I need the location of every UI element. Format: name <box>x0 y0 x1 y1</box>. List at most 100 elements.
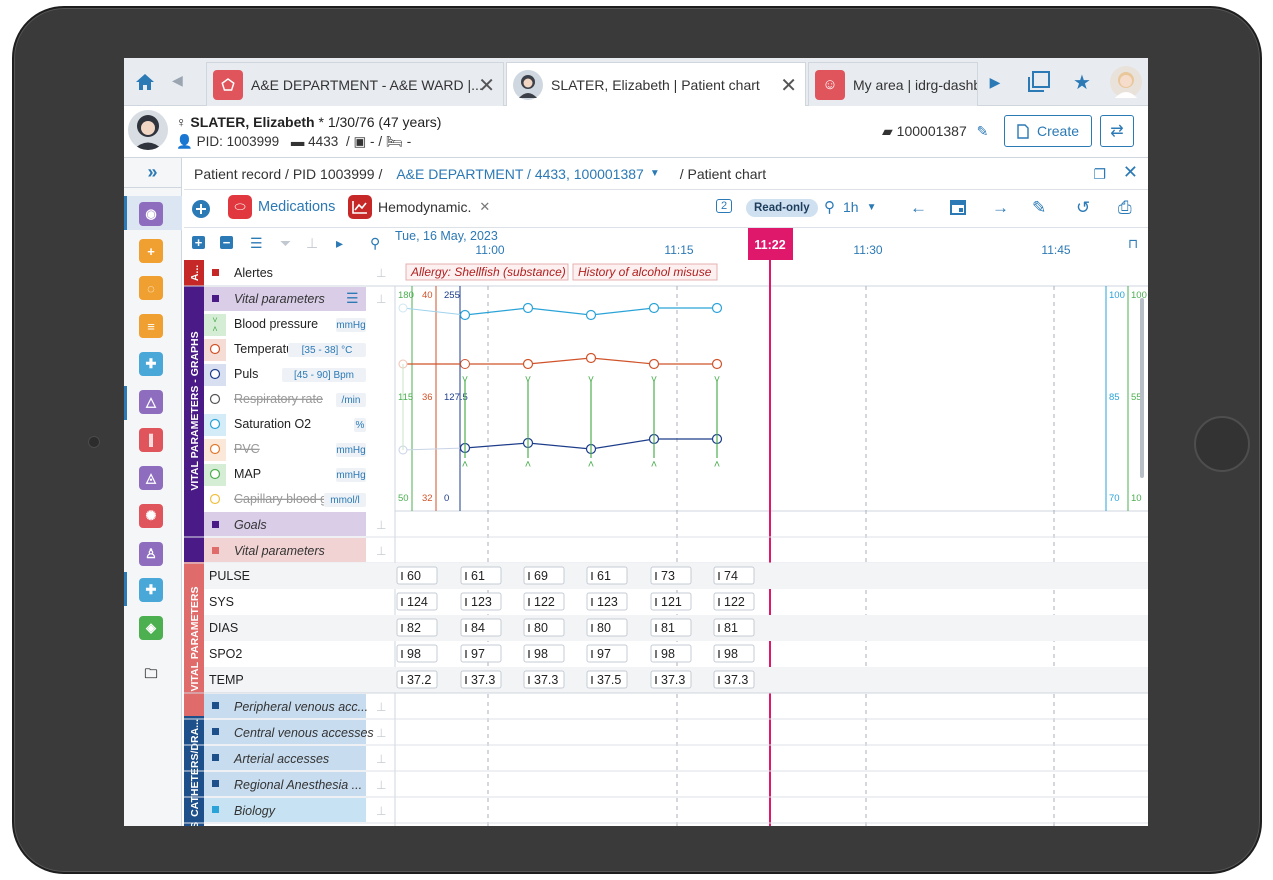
graph-row-label[interactable]: Saturation O2 <box>234 417 311 431</box>
unit-label: mmHg <box>336 470 365 481</box>
close-icon[interactable]: ✕ <box>478 73 495 98</box>
prescription-nav-icon[interactable]: ✚ <box>139 352 163 376</box>
alarm-nav-icon[interactable]: ◬ <box>139 466 163 490</box>
virus-nav-icon[interactable]: ✺ <box>139 504 163 528</box>
graph-row-label[interactable]: MAP <box>234 467 261 481</box>
search-icon[interactable]: ⚲ <box>370 235 380 251</box>
bandage-nav-icon[interactable]: ◈ <box>139 616 163 640</box>
favorites-star-icon[interactable]: ★ <box>1066 58 1098 106</box>
stomach-nav-icon[interactable]: ◌ <box>139 276 163 300</box>
tab-scroll-right-icon[interactable]: ▶ <box>980 58 1010 106</box>
catheter-row-label[interactable]: Arterial accesses <box>233 752 329 766</box>
test-tubes-nav-icon[interactable]: ∥ <box>139 428 163 452</box>
breadcrumb-link[interactable]: A&E DEPARTMENT / 4433, 100001387 <box>396 166 643 182</box>
saturation-point[interactable] <box>522 302 534 314</box>
value-chip-marker <box>528 598 530 606</box>
catheter-row-label[interactable]: Central venous accesses <box>234 726 374 740</box>
bp-systolic-marker[interactable]: ˅ <box>462 374 468 386</box>
pin-icon[interactable]: ⊥ <box>376 544 386 558</box>
person-alert-nav-icon[interactable]: ♙ <box>139 542 163 566</box>
notifications-badge[interactable]: 2 <box>716 199 733 213</box>
zoom-selector[interactable]: ⚲ 1h ▼ <box>824 198 876 216</box>
pin-icon[interactable]: ⊥ <box>376 804 386 818</box>
list-icon[interactable]: ☰ <box>346 290 359 306</box>
saturation-point[interactable] <box>459 309 471 321</box>
close-icon[interactable]: ✕ <box>780 73 797 98</box>
bp-diastolic-marker[interactable]: ˄ <box>588 459 594 471</box>
bp-diastolic-marker[interactable]: ˄ <box>714 459 720 471</box>
bp-diastolic-marker[interactable]: ˄ <box>651 459 657 471</box>
edit-pencil-icon[interactable]: ✎ <box>977 123 989 139</box>
pin-icon[interactable]: ⊥ <box>376 518 386 532</box>
temperature-point[interactable] <box>585 352 597 364</box>
value-chip-text: 81 <box>661 621 675 635</box>
home-icon <box>136 74 154 90</box>
saturation-point[interactable] <box>711 302 723 314</box>
calendar-icon[interactable] <box>950 199 966 215</box>
unlock-icon[interactable]: ⊓ <box>1128 236 1138 251</box>
tab-scroll-left-icon[interactable]: ◀ <box>172 72 183 89</box>
bp-diastolic-marker[interactable]: ˄ <box>462 459 468 471</box>
value-chip-text: 81 <box>724 621 738 635</box>
graph-row-label[interactable]: Blood pressure <box>234 317 318 331</box>
graph-row-label[interactable]: PVC <box>234 442 260 456</box>
bp-diastolic-marker[interactable]: ˄ <box>525 459 531 471</box>
folder-add-nav-icon[interactable]: + <box>139 239 163 263</box>
clipboard-nav-icon[interactable]: ≡ <box>139 314 163 338</box>
close-icon[interactable]: ✕ <box>1123 162 1138 183</box>
user-avatar[interactable] <box>1108 58 1144 106</box>
bp-systolic-marker[interactable]: ˅ <box>714 374 720 386</box>
pin-icon[interactable]: ⊥ <box>376 726 386 740</box>
vertical-scrollbar[interactable] <box>1140 298 1144 478</box>
hemodynamic-tab[interactable]: Hemodynamic. ✕ <box>348 195 490 219</box>
add-circle-button[interactable] <box>192 200 210 218</box>
temperature-point[interactable] <box>460 359 470 369</box>
pin-icon[interactable]: ⊥ <box>306 235 318 251</box>
medications-tab[interactable]: ⬭ Medications <box>228 195 335 219</box>
graph-row-label[interactable]: Respiratory rate <box>234 392 323 406</box>
temperature-point[interactable] <box>711 358 723 370</box>
print-icon[interactable]: ⎙ <box>1118 198 1132 218</box>
pin-icon[interactable]: ⊥ <box>376 752 386 766</box>
tab-my-area[interactable]: ☺ My area | idrg-dashb <box>808 62 978 106</box>
vital-parameters-row-label[interactable]: Vital parameters <box>234 544 325 558</box>
bp-systolic-marker[interactable]: ˅ <box>651 374 657 386</box>
medical-folder-nav-icon[interactable]: ✚ <box>139 578 163 602</box>
catheter-row-label[interactable]: Regional Anesthesia ... <box>234 778 362 792</box>
graph-row-label[interactable]: Puls <box>234 367 258 381</box>
home-button[interactable] <box>124 58 166 106</box>
home-hardware-button[interactable] <box>1194 416 1250 472</box>
swap-button[interactable]: ⇄ <box>1100 115 1134 147</box>
arrow-right-icon[interactable]: → <box>992 198 1009 218</box>
windows-button[interactable] <box>1022 58 1056 106</box>
catheter-row-label[interactable]: Peripheral venous acc... <box>234 700 368 714</box>
create-button[interactable]: Create <box>1004 115 1092 147</box>
history-icon[interactable]: ↺ <box>1076 198 1090 218</box>
pin-icon[interactable]: ⊥ <box>376 778 386 792</box>
saturation-point[interactable] <box>648 302 660 314</box>
close-icon[interactable]: ✕ <box>479 199 490 215</box>
temperature-point[interactable] <box>522 358 534 370</box>
tab-patient-chart[interactable]: SLATER, Elizabeth | Patient chart ✕ <box>506 62 806 106</box>
expand-nav-icon[interactable]: » <box>124 158 181 188</box>
saturation-point[interactable] <box>585 309 597 321</box>
chevron-down-icon[interactable]: ▼ <box>650 168 660 179</box>
arrow-left-icon[interactable]: ← <box>910 198 927 218</box>
results-row-label[interactable]: Biology <box>234 804 276 818</box>
goals-row-label[interactable]: Goals <box>234 518 267 532</box>
folder-history-nav-icon[interactable]: 🗀 <box>139 664 163 688</box>
pin-icon[interactable]: ⊥ <box>376 292 386 306</box>
pin-icon[interactable]: ⊥ <box>376 700 386 714</box>
pin-icon[interactable]: ⊥ <box>376 266 386 280</box>
tab-ward[interactable]: ⬠ A&E DEPARTMENT - A&E WARD |... ✕ <box>206 62 504 106</box>
bp-systolic-marker[interactable]: ˅ <box>525 374 531 386</box>
shapes-nav-icon[interactable]: △ <box>139 390 163 414</box>
edit-circle-icon[interactable]: ✎ <box>1032 198 1046 218</box>
filter-icon[interactable]: ⏷ <box>280 235 291 251</box>
temperature-point[interactable] <box>648 358 660 370</box>
bp-systolic-marker[interactable]: ˅ <box>588 374 594 386</box>
list-settings-icon[interactable]: ☰ <box>250 235 263 251</box>
restore-window-icon[interactable]: ❐ <box>1093 166 1106 183</box>
flag-icon[interactable]: ▸ <box>336 235 343 251</box>
pills-nav-icon[interactable]: ◉ <box>139 202 163 226</box>
